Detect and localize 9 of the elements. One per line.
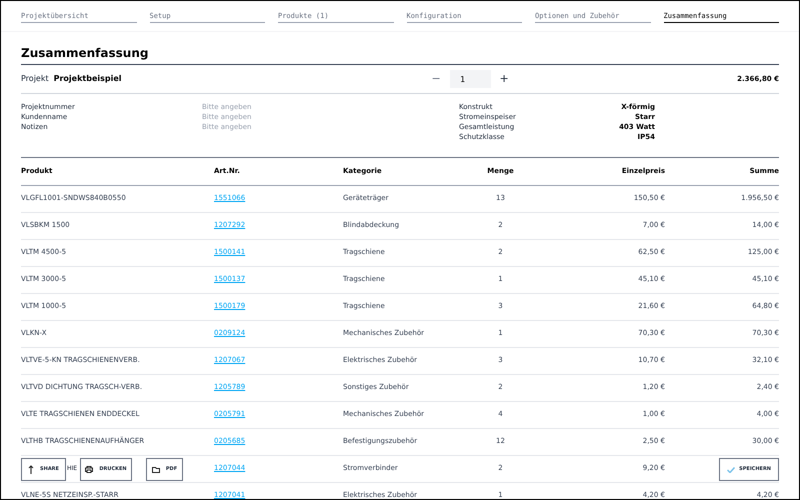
arrow-up-icon [28, 465, 34, 474]
printer-icon [85, 466, 94, 473]
project-label: Projekt [21, 73, 49, 85]
quantity-field[interactable]: 1 [450, 70, 492, 88]
checkmark-icon [727, 466, 735, 472]
minus-button[interactable]: − [428, 70, 444, 88]
plus-button[interactable]: + [497, 70, 512, 88]
section-heading: Zusammenfassung [21, 45, 150, 61]
project-name: Projektbeispiel [54, 73, 122, 85]
